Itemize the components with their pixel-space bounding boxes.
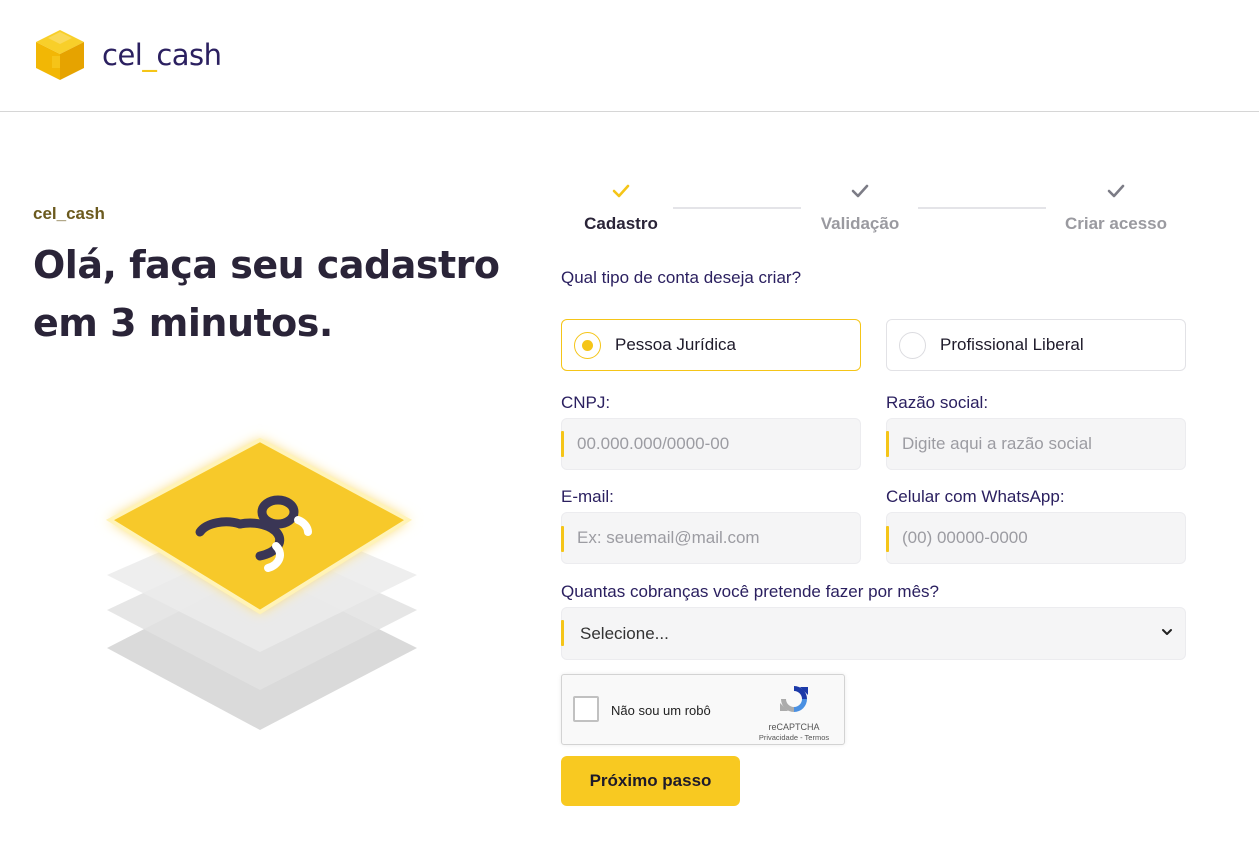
headline-line-2: em 3 minutos. [33,301,333,345]
check-icon [1051,178,1181,204]
cnpj-label: CNPJ: [561,393,611,412]
recaptcha-icon [780,686,808,712]
recaptcha-brand: reCAPTCHA [768,722,820,732]
account-type-profissional-liberal[interactable]: Profissional Liberal [886,319,1186,371]
cnpj-input[interactable] [561,418,861,470]
input-accent-bar [561,526,564,552]
account-type-label: Profissional Liberal [940,335,1084,354]
celular-input[interactable] [886,512,1186,564]
logo-text-separator: _ [142,38,157,72]
step-label: Validação [820,214,900,233]
input-accent-bar [561,431,564,457]
radio-unselected[interactable] [899,331,926,359]
cobrancas-select[interactable]: Selecione... [561,607,1186,660]
email-label: E-mail: [561,487,614,506]
next-step-button[interactable]: Próximo passo [561,756,740,806]
logo-text-left: cel [102,38,143,72]
select-value: Selecione... [580,623,669,643]
account-type-label: Pessoa Jurídica [615,335,736,354]
step-connector [918,207,1046,209]
logo-text: cel_cash [102,38,222,72]
recaptcha-widget: Não sou um robô reCAPTCHA Privacidade - … [561,674,845,745]
recaptcha-links[interactable]: Privacidade - Termos [754,733,834,742]
razao-social-label: Razão social: [886,393,989,412]
radio-selected[interactable] [574,331,601,359]
recaptcha-checkbox[interactable] [573,696,599,722]
account-type-pessoa-juridica[interactable]: Pessoa Jurídica [561,319,861,371]
celular-label: Celular com WhatsApp: [886,487,1065,506]
hero-eyebrow: cel_cash [33,204,105,223]
headline-line-1: Olá, faça seu cadastro [33,243,500,287]
stepper: Cadastro Validação Criar acesso [560,178,1186,238]
check-icon [795,178,925,204]
check-icon [556,178,686,204]
step-connector [673,207,801,209]
cube-logo-icon [36,30,84,80]
stacked-card-illustration [105,437,417,730]
chevron-down-icon [1162,629,1172,635]
razao-social-input[interactable] [886,418,1186,470]
recaptcha-label: Não sou um robô [611,703,711,718]
email-field[interactable] [561,512,861,564]
step-cadastro: Cadastro [556,178,686,234]
logo-text-right: cash [156,38,222,72]
header: cel_cash [0,0,1259,112]
step-label: Cadastro [584,214,658,233]
page-title: Olá, faça seu cadastro em 3 minutos. [33,236,513,352]
recaptcha-branding: reCAPTCHA Privacidade - Termos [754,683,834,742]
input-accent-bar [886,431,889,457]
step-label: Criar acesso [1064,214,1168,233]
step-criar-acesso: Criar acesso [1051,178,1181,234]
account-type-question: Qual tipo de conta deseja criar? [561,268,802,287]
cobrancas-label: Quantas cobranças você pretende fazer po… [561,582,939,601]
step-validacao: Validação [795,178,925,234]
input-accent-bar [561,620,564,646]
input-accent-bar [886,526,889,552]
logo[interactable]: cel_cash [32,28,222,82]
